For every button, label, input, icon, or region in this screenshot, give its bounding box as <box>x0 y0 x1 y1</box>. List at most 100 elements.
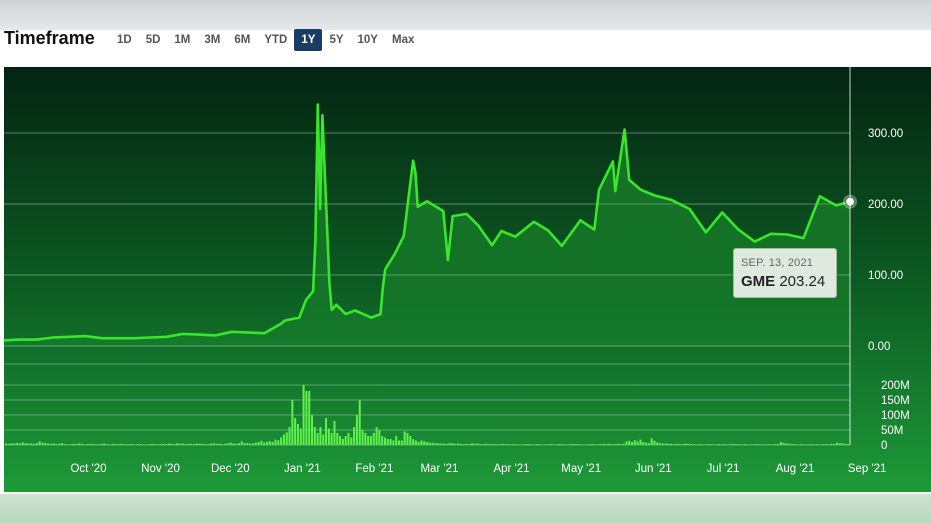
x-tick-label: Aug '21 <box>776 463 815 475</box>
volume-bar <box>268 441 271 445</box>
volume-bar <box>577 444 580 445</box>
volume-bar <box>757 444 760 445</box>
volume-bar <box>602 443 605 445</box>
price-tick-label: 100.00 <box>868 270 903 282</box>
volume-bar <box>156 444 159 445</box>
volume-bar <box>673 444 676 445</box>
volume-bar <box>114 444 117 445</box>
volume-bar <box>664 443 667 445</box>
volume-bar <box>532 444 535 445</box>
volume-bar <box>647 443 650 445</box>
volume-bar <box>515 444 518 445</box>
volume-bar <box>791 444 794 445</box>
tab-max[interactable]: Max <box>385 29 421 51</box>
volume-bar <box>762 444 765 445</box>
volume-bar <box>274 439 277 445</box>
tab-1m[interactable]: 1M <box>167 29 197 51</box>
volume-bar <box>518 444 521 445</box>
volume-bar <box>243 443 246 445</box>
volume-bar <box>195 443 198 445</box>
volume-bar <box>139 444 142 445</box>
volume-bar <box>33 443 36 445</box>
price-chart[interactable]: 300.00 200.00 100.00 0.00 200M 150M 100M 50M 0 Oc… <box>4 67 931 492</box>
volume-bar <box>572 444 575 445</box>
tab-6m[interactable]: 6M <box>227 29 257 51</box>
volume-bar <box>681 444 684 445</box>
volume-bar <box>145 444 148 445</box>
volume-tick-label: 200M <box>881 380 910 392</box>
tab-5y[interactable]: 5Y <box>322 29 350 51</box>
volume-bar <box>44 442 47 445</box>
volume-bar <box>7 443 10 445</box>
tab-ytd[interactable]: YTD <box>257 29 294 51</box>
volume-bar <box>760 444 763 445</box>
top-band <box>0 0 931 30</box>
volume-bar <box>704 444 707 445</box>
volume-bar <box>257 442 260 445</box>
volume-bar <box>501 443 504 445</box>
tab-1y[interactable]: 1Y <box>294 29 323 51</box>
volume-bar <box>521 444 524 445</box>
volume-bar <box>420 440 423 445</box>
volume-bar <box>412 439 415 445</box>
volume-bar <box>381 436 384 445</box>
volume-bar <box>27 443 30 445</box>
volume-bar <box>313 427 316 445</box>
volume-bar <box>490 444 493 445</box>
volume-bar <box>47 443 50 445</box>
volume-bar <box>737 444 740 445</box>
volume-bar <box>796 444 799 445</box>
volume-bar <box>841 443 844 445</box>
volume-bar <box>535 444 538 445</box>
tab-5d[interactable]: 5D <box>139 29 168 51</box>
volume-bar <box>201 443 204 445</box>
volume-bar <box>616 443 619 445</box>
tooltip-symbol: GME <box>741 273 776 290</box>
volume-bar <box>120 443 123 445</box>
volume-bar <box>322 434 325 445</box>
volume-bar <box>426 442 429 445</box>
volume-bar <box>344 436 347 445</box>
volume-bar <box>179 443 182 445</box>
volume-tick-label: 50M <box>881 425 903 437</box>
volume-bar <box>92 444 95 445</box>
volume-bar <box>583 444 586 445</box>
x-tick-label: Mar '21 <box>420 463 458 475</box>
tab-3m[interactable]: 3M <box>197 29 227 51</box>
volume-bar <box>187 443 190 445</box>
volume-bar <box>774 444 777 445</box>
volume-bar <box>198 443 201 445</box>
volume-bar <box>372 433 375 445</box>
volume-bar <box>165 444 168 445</box>
volume-bar <box>61 443 64 445</box>
volume-bar <box>305 391 308 445</box>
x-tick-label: Apr '21 <box>493 463 529 475</box>
tab-1d[interactable]: 1D <box>110 29 139 51</box>
volume-bar <box>238 443 241 445</box>
volume-bar <box>504 444 507 445</box>
volume-bar <box>625 441 628 445</box>
volume-bar <box>353 427 356 445</box>
volume-bar <box>417 442 420 445</box>
volume-bar <box>252 443 255 445</box>
volume-bar <box>493 444 496 445</box>
volume-bar <box>176 443 179 445</box>
volume-bar <box>94 444 97 445</box>
volume-bar <box>375 427 378 445</box>
volume-bar <box>718 444 721 445</box>
volume-bar <box>226 443 229 445</box>
volume-bar <box>414 440 417 445</box>
volume-bar <box>296 424 299 445</box>
volume-bar <box>403 431 406 445</box>
volume-bar <box>451 443 454 445</box>
volume-bar <box>678 444 681 445</box>
volume-bar <box>670 443 673 445</box>
volume-bar <box>434 443 437 445</box>
volume-bar <box>271 442 274 445</box>
volume-bar <box>277 440 280 445</box>
volume-bar <box>235 443 238 445</box>
volume-bar <box>193 444 196 445</box>
tab-10y[interactable]: 10Y <box>351 29 385 51</box>
volume-bar <box>316 433 319 445</box>
x-tick-label: Oct '20 <box>70 463 106 475</box>
